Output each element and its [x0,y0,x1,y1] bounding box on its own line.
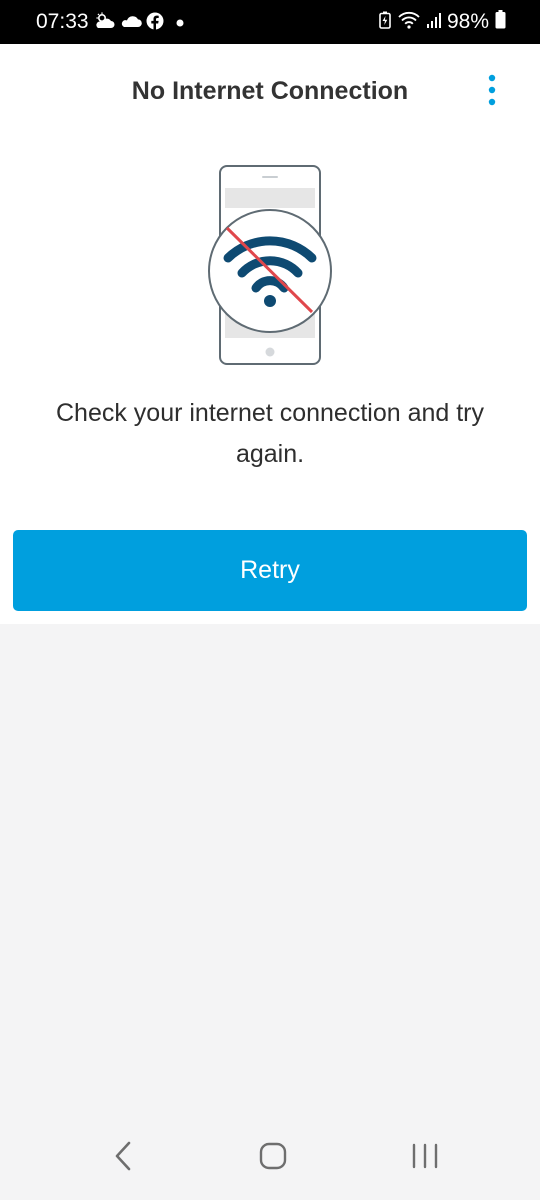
home-button[interactable] [243,1136,303,1180]
signal-icon [426,12,441,33]
back-icon [114,1141,132,1176]
status-time: 07:33 [36,10,89,33]
recent-apps-button[interactable] [395,1136,455,1180]
facebook-icon [146,12,164,35]
more-vertical-icon [488,74,496,111]
more-options-button[interactable] [476,72,508,112]
navigation-bar [0,1118,540,1200]
battery-icon [495,10,506,34]
status-bar: 07:33 98% [0,0,540,44]
cloud-icon [120,13,142,34]
status-right-icons: 98% [379,9,506,35]
error-message: Check your internet connection and try a… [55,399,484,468]
action-area: Retry [0,502,540,624]
no-wifi-phone-icon [200,162,340,372]
battery-saver-icon [379,11,391,34]
page-title: No Internet Connection [131,77,409,105]
home-icon [259,1142,287,1175]
notification-dot-icon [176,14,184,32]
weather-cloud-sun-icon [94,12,116,35]
retry-button[interactable]: Retry [13,530,527,611]
battery-percent: 98% [446,10,489,33]
wifi-icon [397,11,421,34]
recent-apps-icon [411,1143,439,1174]
status-left-icons [94,12,184,35]
content-card: No Internet Connection Check your intern… [0,44,540,502]
back-button[interactable] [93,1136,153,1180]
